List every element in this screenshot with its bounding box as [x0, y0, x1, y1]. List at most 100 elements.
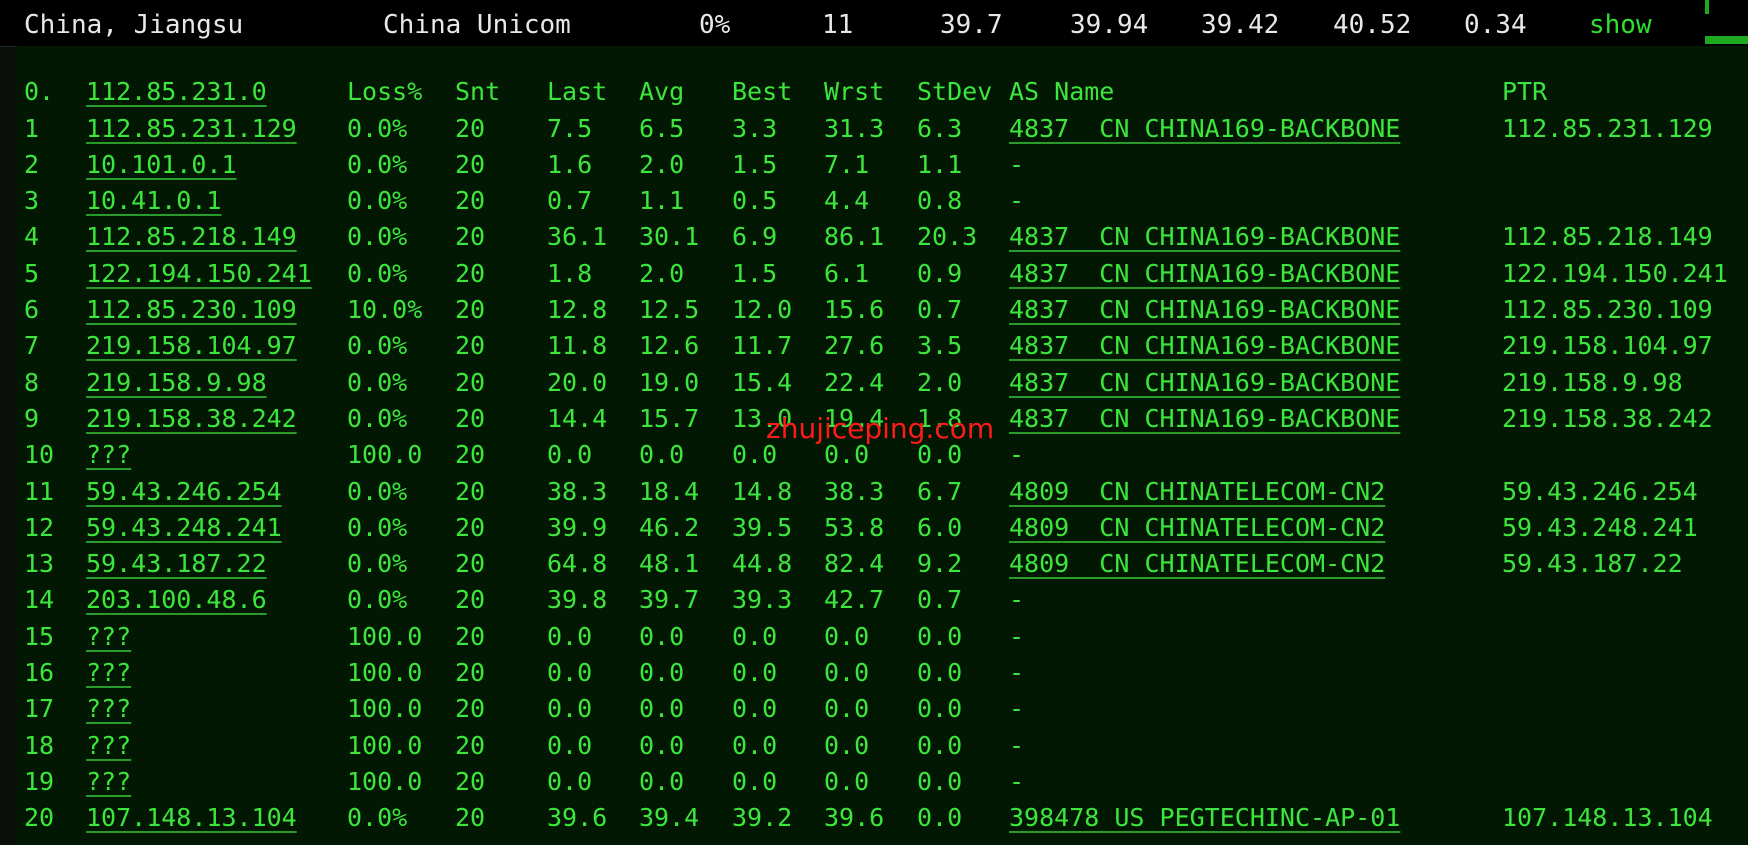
- cell-hop: 19: [24, 766, 55, 796]
- cell-wrst: 27.6: [824, 331, 885, 361]
- cell-best: 0.0: [732, 621, 778, 651]
- cell-stdev: 0.0: [917, 803, 963, 833]
- cell-avg: 0.0: [639, 694, 685, 724]
- cell-avg: 39.4: [639, 803, 700, 833]
- cell-last: 39.8: [547, 585, 608, 615]
- cell-host-link[interactable]: ???: [86, 728, 131, 764]
- header-host-link[interactable]: 112.85.231.0: [86, 74, 267, 110]
- cell-wrst: 31.3: [824, 113, 885, 143]
- header-as-name: AS Name: [1009, 77, 1115, 106]
- cell-as-name-link[interactable]: 4837 CN CHINA169-BACKBONE: [1009, 292, 1400, 328]
- cell-host-link[interactable]: 107.148.13.104: [86, 800, 297, 836]
- header-stdev: StDev: [917, 77, 993, 106]
- summary-bar: China, Jiangsu China Unicom 0% 11 39.7 3…: [0, 0, 1748, 47]
- cell-best: 14.8: [732, 476, 793, 506]
- cell-last: 0.0: [547, 694, 593, 724]
- cell-avg: 39.7: [639, 585, 700, 615]
- cell-last: 39.6: [547, 803, 608, 833]
- cell-avg: 48.1: [639, 549, 700, 579]
- cell-host-link[interactable]: ???: [86, 437, 131, 473]
- cell-as-name-link[interactable]: 4837 CN CHINA169-BACKBONE: [1009, 365, 1400, 401]
- header-wrst: Wrst: [824, 77, 885, 106]
- cell-as-name-link[interactable]: 4837 CN CHINA169-BACKBONE: [1009, 401, 1400, 437]
- cell-wrst: 22.4: [824, 367, 885, 397]
- cell-snt: 20: [455, 295, 486, 324]
- cell-wrst: 4.4: [824, 186, 870, 216]
- cell-host-link[interactable]: 112.85.218.149: [86, 219, 297, 255]
- cell-last: 11.8: [547, 331, 608, 361]
- cell-host-link[interactable]: 10.41.0.1: [86, 183, 221, 219]
- cell-as-name-link[interactable]: 4809 CN CHINATELECOM-CN2: [1009, 546, 1385, 582]
- cell-wrst: 53.8: [824, 512, 885, 542]
- cell-best: 39.5: [732, 512, 793, 542]
- table-row: 17??? 100.0 20 0.0 0.0 0.0 0.0 0.0 -: [0, 691, 1748, 727]
- cell-best: 0.0: [732, 694, 778, 724]
- summary-worst: 40.52: [1333, 10, 1412, 40]
- summary-loss: 0%: [699, 10, 731, 40]
- cell-hop: 13: [24, 549, 55, 579]
- cell-host-link[interactable]: 112.85.230.109: [86, 292, 297, 328]
- cell-as-name-link[interactable]: 4837 CN CHINA169-BACKBONE: [1009, 256, 1400, 292]
- cell-host-link[interactable]: ???: [86, 691, 131, 727]
- cell-snt: 20: [455, 585, 486, 615]
- header-hop: 0.: [24, 77, 55, 106]
- cell-loss: 0.0%: [347, 186, 408, 216]
- cell-loss: 100.0: [347, 658, 423, 687]
- cell-host-link[interactable]: 203.100.48.6: [86, 582, 267, 618]
- cell-hop: 1: [24, 113, 40, 143]
- cell-best: 39.2: [732, 803, 793, 833]
- cell-snt: 20: [455, 803, 486, 833]
- cell-stdev: 0.8: [917, 186, 963, 216]
- cell-host-link[interactable]: 219.158.104.97: [86, 328, 297, 364]
- cell-as-name-link[interactable]: 4837 CN CHINA169-BACKBONE: [1009, 328, 1400, 364]
- cell-loss: 0.0%: [347, 549, 408, 579]
- cell-stdev: 6.3: [917, 113, 963, 143]
- cell-host-link[interactable]: 219.158.38.242: [86, 401, 297, 437]
- cell-hop: 7: [24, 331, 40, 361]
- cell-hop: 9: [24, 403, 40, 433]
- cell-host-link[interactable]: 219.158.9.98: [86, 365, 267, 401]
- cell-wrst: 0.0: [824, 658, 870, 687]
- summary-best: 39.42: [1201, 10, 1280, 40]
- cell-last: 38.3: [547, 476, 608, 506]
- cell-host-link[interactable]: 59.43.187.22: [86, 546, 267, 582]
- cell-avg: 6.5: [639, 113, 685, 143]
- cell-best: 0.0: [732, 766, 778, 796]
- cell-as-name-link[interactable]: 4837 CN CHINA169-BACKBONE: [1009, 111, 1400, 147]
- cell-host-link[interactable]: ???: [86, 764, 131, 800]
- cell-as-name: -: [1009, 730, 1025, 760]
- cell-as-name-link[interactable]: 4809 CN CHINATELECOM-CN2: [1009, 474, 1385, 510]
- cell-stdev: 0.0: [917, 658, 963, 687]
- cell-wrst: 39.6: [824, 803, 885, 833]
- cell-as-name-link[interactable]: 398478 US PEGTECHINC-AP-01: [1009, 800, 1400, 836]
- cell-host-link[interactable]: 112.85.231.129: [86, 111, 297, 147]
- summary-last: 39.7: [940, 10, 1003, 40]
- cell-best: 0.5: [732, 186, 778, 216]
- cell-best: 11.7: [732, 331, 793, 361]
- cell-avg: 2.0: [639, 149, 685, 179]
- cell-host-link[interactable]: 59.43.248.241: [86, 510, 282, 546]
- cell-host-link[interactable]: 122.194.150.241: [86, 256, 312, 292]
- cell-loss: 100.0: [347, 730, 423, 760]
- cell-as-name: -: [1009, 149, 1025, 179]
- cell-host-link[interactable]: 10.101.0.1: [86, 147, 237, 183]
- header-ptr: PTR: [1502, 77, 1548, 106]
- cell-last: 0.0: [547, 730, 593, 760]
- cell-loss: 10.0%: [347, 295, 423, 324]
- cell-host-link[interactable]: ???: [86, 619, 131, 655]
- cell-avg: 18.4: [639, 476, 700, 506]
- cell-best: 44.8: [732, 549, 793, 579]
- cell-snt: 20: [455, 367, 486, 397]
- cell-host-link[interactable]: ???: [86, 655, 131, 691]
- cell-hop: 14: [24, 585, 55, 615]
- show-link[interactable]: show: [1589, 0, 1652, 50]
- cell-last: 0.0: [547, 621, 593, 651]
- cell-ptr: 59.43.246.254: [1502, 476, 1698, 506]
- cell-ptr: 112.85.231.129: [1502, 113, 1713, 143]
- cell-hop: 20: [24, 803, 55, 833]
- table-row: 18??? 100.0 20 0.0 0.0 0.0 0.0 0.0 -: [0, 728, 1748, 764]
- cell-as-name-link[interactable]: 4837 CN CHINA169-BACKBONE: [1009, 219, 1400, 255]
- header-loss: Loss%: [347, 77, 423, 106]
- cell-as-name-link[interactable]: 4809 CN CHINATELECOM-CN2: [1009, 510, 1385, 546]
- cell-host-link[interactable]: 59.43.246.254: [86, 474, 282, 510]
